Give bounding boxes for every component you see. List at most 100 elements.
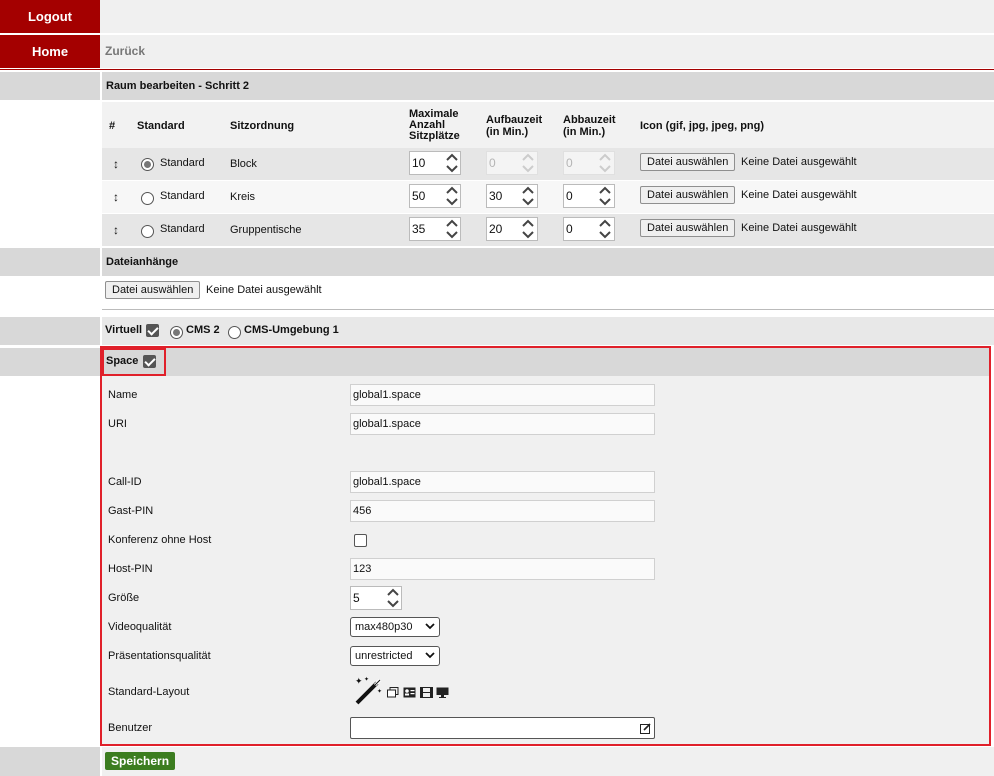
home-button[interactable]: Home — [0, 35, 100, 68]
layout-monitor-icon[interactable] — [436, 687, 449, 701]
uri-input[interactable]: global1.space — [350, 413, 655, 435]
col-setup-2: (in Min.) — [486, 126, 529, 138]
name-input[interactable]: global1.space — [350, 384, 655, 406]
col-seating: Sitzordnung — [230, 120, 295, 132]
back-link[interactable]: Zurück — [105, 44, 145, 58]
cms2-label: CMS 2 — [186, 324, 220, 336]
spinner-icon[interactable] — [445, 217, 459, 241]
space-checkbox[interactable] — [143, 355, 156, 368]
file-status: Keine Datei ausgewählt — [741, 222, 857, 234]
drag-handle-icon[interactable]: ↕ — [113, 157, 119, 171]
virtual-label: Virtuell — [105, 324, 143, 336]
save-button[interactable]: Speichern — [105, 752, 176, 770]
left-gray-block — [0, 348, 100, 376]
svg-text:✦: ✦ — [377, 688, 382, 695]
video-quality-label: Videoqualität — [108, 621, 172, 633]
divider — [0, 69, 994, 70]
video-quality-select[interactable]: max480p30 — [350, 617, 440, 637]
spinner-icon[interactable] — [445, 184, 459, 208]
drag-handle-icon[interactable]: ↕ — [113, 223, 119, 237]
left-gray-block — [0, 72, 100, 100]
chevron-down-icon — [425, 623, 435, 630]
logout-button[interactable]: Logout — [0, 0, 100, 33]
attachments-header: Dateianhänge — [102, 248, 994, 276]
col-standard: Standard — [137, 120, 185, 132]
host-pin-input[interactable]: 123 — [350, 558, 655, 580]
footer-bar — [102, 747, 994, 776]
guest-pin-label: Gast-PIN — [108, 505, 154, 517]
size-label: Größe — [108, 592, 140, 604]
spinner-icon[interactable] — [445, 151, 459, 175]
sub-bar — [100, 35, 994, 68]
space-section — [100, 346, 991, 746]
users-label: Benutzer — [108, 722, 153, 734]
section-title: Raum bearbeiten - Schritt 2 — [102, 72, 994, 100]
video-quality-value: max480p30 — [355, 621, 413, 633]
section-title-text: Raum bearbeiten - Schritt 2 — [106, 80, 250, 92]
magic-wand-icon[interactable]: ✦ ✦ ✦ — [353, 674, 385, 709]
host-pin-label: Host-PIN — [108, 563, 153, 575]
name-label: Name — [108, 389, 138, 401]
layout-speaker-icon[interactable] — [403, 687, 416, 701]
drag-handle-icon[interactable]: ↕ — [113, 190, 119, 204]
standard-radio[interactable] — [141, 192, 154, 205]
top-bar — [100, 0, 994, 33]
standard-label: Standard — [160, 157, 205, 169]
col-icon: Icon (gif, jpg, jpeg, png) — [640, 120, 765, 132]
cms-env-label: CMS-Umgebung 1 — [244, 324, 339, 336]
presentation-quality-value: unrestricted — [355, 650, 413, 662]
svg-text:✦: ✦ — [364, 676, 369, 683]
users-input[interactable] — [350, 717, 655, 739]
standard-radio[interactable] — [141, 225, 154, 238]
layout-stacked-icon[interactable] — [387, 687, 399, 701]
spinner-icon[interactable] — [598, 184, 612, 208]
standard-label: Standard — [160, 190, 205, 202]
attachment-file-status: Keine Datei ausgewählt — [206, 284, 322, 296]
seating-name: Kreis — [230, 191, 256, 203]
space-label: Space — [106, 355, 139, 367]
spinner-icon — [521, 151, 535, 175]
col-teardown-2: (in Min.) — [563, 126, 606, 138]
file-select-button[interactable]: Datei auswählen — [640, 153, 736, 171]
seating-name: Gruppentische — [230, 224, 302, 236]
attachment-file-button[interactable]: Datei auswählen — [105, 281, 201, 299]
edit-icon — [640, 723, 651, 734]
col-teardown-1: Abbauzeit — [563, 114, 616, 126]
file-status: Keine Datei ausgewählt — [741, 189, 857, 201]
spinner-icon[interactable] — [386, 586, 400, 610]
cms2-radio[interactable] — [170, 326, 183, 339]
callid-label: Call-ID — [108, 476, 142, 488]
spinner-icon[interactable] — [521, 184, 535, 208]
col-max-3: Sitzplätze — [409, 130, 460, 142]
guest-pin-input[interactable]: 456 — [350, 500, 655, 522]
attachments-title: Dateianhänge — [106, 256, 179, 268]
presentation-quality-select[interactable]: unrestricted — [350, 646, 440, 666]
left-gray-block — [0, 248, 100, 276]
spinner-icon[interactable] — [521, 217, 535, 241]
col-hash: # — [109, 120, 116, 132]
standard-radio[interactable] — [141, 158, 154, 171]
svg-text:✦: ✦ — [355, 676, 363, 686]
callid-input[interactable]: global1.space — [350, 471, 655, 493]
spinner-icon — [598, 151, 612, 175]
no-host-checkbox[interactable] — [354, 534, 367, 547]
file-select-button[interactable]: Datei auswählen — [640, 219, 736, 237]
col-setup-1: Aufbauzeit — [486, 114, 543, 126]
divider — [102, 309, 994, 310]
cms-env-radio[interactable] — [228, 326, 241, 339]
chevron-down-icon — [425, 652, 435, 659]
uri-label: URI — [108, 418, 127, 430]
seating-name: Block — [230, 158, 257, 170]
left-gray-block — [0, 317, 100, 345]
space-header — [102, 348, 989, 376]
layout-label: Standard-Layout — [108, 686, 190, 698]
standard-label: Standard — [160, 223, 205, 235]
presentation-quality-label: Präsentationsqualität — [108, 650, 211, 662]
layout-filmstrip-icon[interactable] — [420, 687, 433, 701]
virtual-checkbox[interactable] — [146, 324, 159, 337]
left-gray-block — [0, 747, 100, 776]
no-host-label: Konferenz ohne Host — [108, 534, 212, 546]
spinner-icon[interactable] — [598, 217, 612, 241]
file-select-button[interactable]: Datei auswählen — [640, 186, 736, 204]
file-status: Keine Datei ausgewählt — [741, 156, 857, 168]
